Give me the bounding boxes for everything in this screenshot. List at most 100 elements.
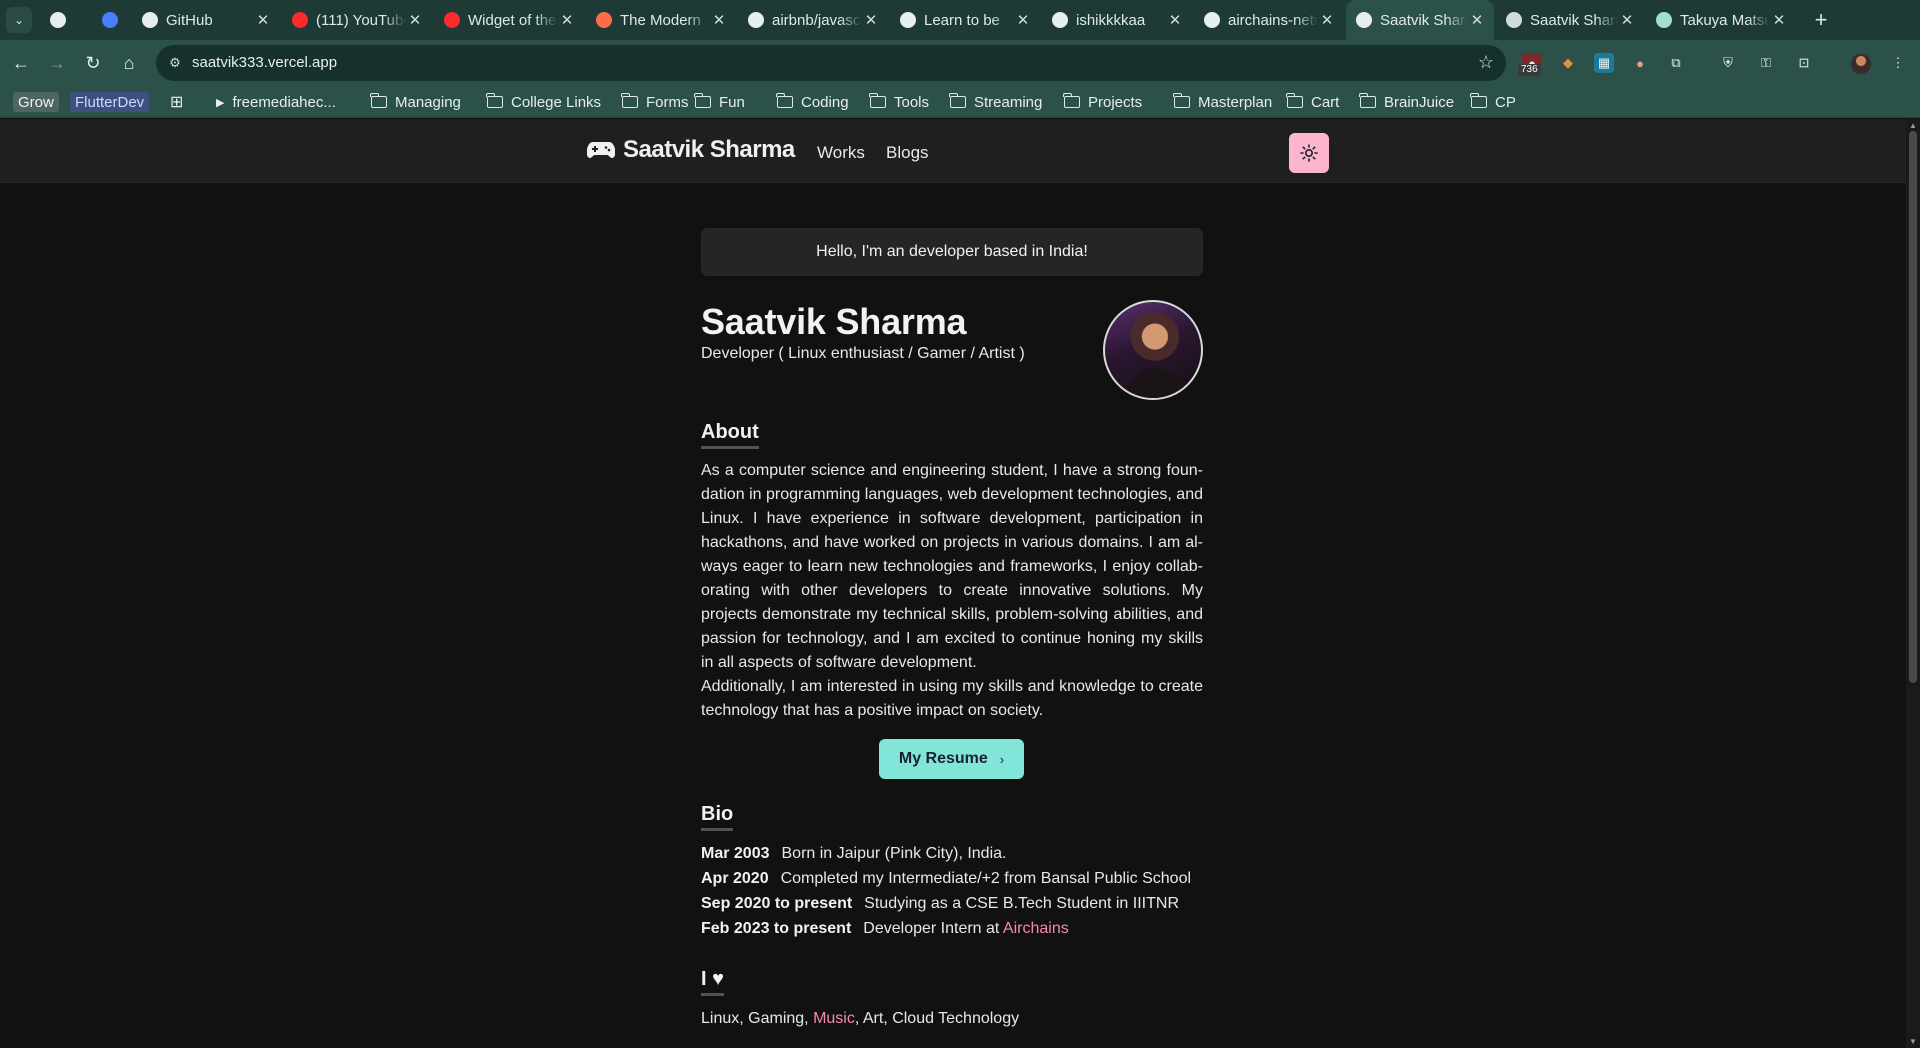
bookmark-folder-label: Tools [894,93,930,111]
logo-text: Saatvik Sharma [623,136,795,163]
sun-icon [1300,144,1318,162]
tab-title: (111) YouTube [316,11,406,29]
bookmark-grow[interactable]: Grow [13,92,59,112]
gamepad-icon [1356,12,1372,28]
about-heading: About [701,421,759,449]
close-tab-icon[interactable]: ✕ [1770,11,1788,29]
browser-tab[interactable]: airbnb/javascript✕ [738,0,888,40]
folder-icon [776,93,793,108]
site-logo[interactable]: Saatvik Sharma [587,136,795,164]
bio-year: Feb 2023 to present [701,920,852,937]
new-tab-button[interactable]: + [1808,7,1834,33]
bookmark-folder[interactable]: Fun [694,91,745,113]
close-tab-icon[interactable]: ✕ [862,11,880,29]
browser-tab[interactable]: The Modern ✕ [586,0,736,40]
close-tab-icon[interactable]: ✕ [710,11,728,29]
bookmark-folder-label: College Links [511,93,602,111]
browser-tab[interactable]: GitHub ✕ [132,0,280,40]
scroll-down-arrow[interactable]: ▼ [1908,1037,1918,1046]
scroll-up-arrow[interactable]: ▲ [1908,121,1918,130]
extensions-puzzle-icon[interactable]: ⧉ [1666,53,1686,73]
resume-button[interactable]: My Resume › [879,739,1024,779]
bookmark-folder[interactable]: Managing [370,91,461,113]
bookmark-folder[interactable]: Masterplan [1173,91,1272,113]
about-paragraph: As a computer science and engineering st… [701,462,1203,671]
browser-tab[interactable] [40,0,80,40]
chevron-right-icon: › [999,751,1005,767]
folder-icon [1359,93,1376,108]
music-link[interactable]: Music [813,1010,855,1027]
airchains-link[interactable]: Airchains [1003,920,1069,937]
bio-entry: Apr 2020 Completed my Intermediate/+2 fro… [701,870,1191,888]
nav-works-link[interactable]: Works [817,143,865,163]
browser-tab[interactable]: (111) YouTube ✕ [282,0,432,40]
bookmark-folder[interactable]: CP [1470,91,1516,113]
address-bar[interactable]: ⚙ saatvik333.vercel.app ☆ [156,45,1506,81]
bookmark-flutterdev[interactable]: FlutterDev [70,92,150,112]
bookmark-folder-label: Forms [646,93,689,111]
extension-icon-3[interactable]: ▦ [1594,53,1614,73]
close-tab-icon[interactable]: ✕ [254,11,272,29]
theme-toggle-button[interactable] [1289,133,1329,173]
github-icon [142,12,158,28]
apps-grid-icon[interactable]: ⊞ [170,91,183,113]
close-tab-icon[interactable]: ✕ [1014,11,1032,29]
figure-icon [596,12,612,28]
bookmark-freemediahec[interactable]: ▶ freemediahec... [216,91,336,113]
browser-tab[interactable]: Takuya Matsuyama✕ [1646,0,1796,40]
bookmark-star-icon[interactable]: ☆ [1478,52,1494,73]
close-tab-icon[interactable]: ✕ [558,11,576,29]
about-paragraph-2: Additionally, I am interested in using m… [701,678,1203,719]
forward-button[interactable]: → [44,50,70,76]
site-info-icon[interactable]: ⚙ [166,54,184,72]
nav-blogs-link[interactable]: Blogs [886,143,929,163]
bookmark-folder-label: Streaming [974,93,1043,111]
bookmark-folder[interactable]: Streaming [949,91,1043,113]
back-button[interactable]: ← [8,50,34,76]
tab-search-button[interactable]: ⌄ [6,7,32,33]
incognito-icon[interactable]: ⛨ [1718,53,1738,73]
bookmark-folder[interactable]: Tools [869,91,930,113]
bookmark-folder[interactable]: Forms [621,91,689,113]
scrollbar-thumb[interactable] [1909,131,1917,683]
bookmark-folder[interactable]: Cart [1286,91,1339,113]
bio-heading: Bio [701,803,734,831]
greeting-banner: Hello, I'm an developer based in India! [701,228,1203,276]
close-tab-icon[interactable]: ✕ [1166,11,1184,29]
bookmark-folder[interactable]: Projects [1063,91,1142,113]
profile-avatar[interactable] [1851,54,1871,74]
url-text[interactable]: saatvik333.vercel.app [192,54,337,71]
browser-tab[interactable]: ishikkkkaa ✕ [1042,0,1192,40]
browser-menu-icon[interactable]: ⋮ [1888,53,1908,73]
folder-icon [949,93,966,108]
gamepad-icon [587,142,615,158]
bookmarks-bar: Grow FlutterDev ⊞ ▶ freemediahec... Mana… [0,86,1920,118]
bio-year: Apr 2020 [701,870,769,887]
extension-icon-4[interactable]: ● [1630,53,1650,73]
reload-button[interactable]: ↻ [80,50,106,76]
password-key-icon[interactable]: ⚿ [1756,53,1776,73]
browser-tab[interactable]: Saatvik Sharma✕ [1346,0,1494,40]
folder-icon [1173,93,1190,108]
extension-badge: 736 [1518,64,1541,76]
browser-tab[interactable]: Learn to be ✕ [890,0,1040,40]
bookmark-folder[interactable]: College Links [486,91,602,113]
youtube-icon [292,12,308,28]
bookmark-folder[interactable]: BrainJuice [1359,91,1454,113]
browser-tab[interactable]: Saatvik Sharma✕ [1496,0,1644,40]
browser-tab[interactable]: airchains-network✕ [1194,0,1344,40]
close-tab-icon[interactable]: ✕ [406,11,424,29]
close-tab-icon[interactable]: ✕ [1318,11,1336,29]
home-button[interactable]: ⌂ [116,50,142,76]
close-tab-icon[interactable]: ✕ [1468,11,1486,29]
browser-tab[interactable]: Widget of the Week✕ [434,0,584,40]
close-tab-icon[interactable]: ✕ [1618,11,1636,29]
folder-icon [370,93,387,108]
bio-text: Studying as a CSE B.Tech Student in IIIT… [864,895,1179,912]
screenshot-icon[interactable]: ⊡ [1794,53,1814,73]
page-scrollbar[interactable]: ▲ ▼ [1906,119,1920,1048]
metamask-extension-icon[interactable]: ◆ [1558,53,1578,73]
site-icon [900,12,916,28]
bookmark-folder[interactable]: Coding [776,91,849,113]
browser-tab[interactable] [92,0,132,40]
